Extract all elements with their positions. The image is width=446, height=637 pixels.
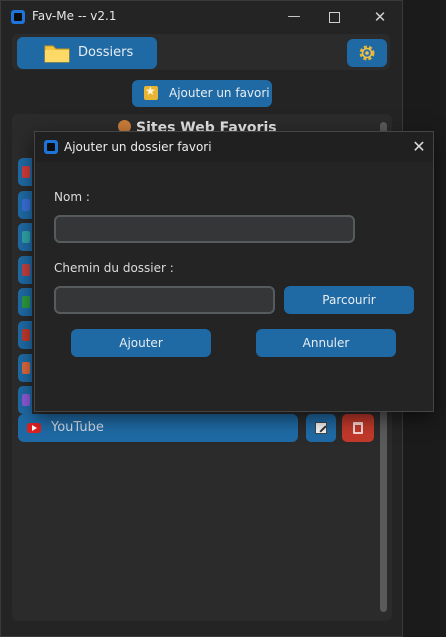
star-icon [144,84,158,100]
favorite-row-button[interactable] [18,190,32,219]
edit-icon [315,422,327,434]
browse-button[interactable]: Parcourir [284,286,414,314]
favorite-row-button[interactable] [18,223,32,252]
favorite-item-label: YouTube [51,420,104,435]
close-button[interactable]: ✕ [369,7,391,27]
folder-icon [44,45,70,63]
gear-icon [359,45,375,61]
add-button[interactable]: Ajouter [71,329,211,357]
site-icon [22,263,30,276]
site-icon [22,198,30,211]
dialog-close-button[interactable]: ✕ [409,136,429,158]
add-favorite-label: Ajouter un favori [169,86,270,100]
trash-icon [353,422,363,434]
site-icon [22,329,30,341]
dialog-app-icon [44,140,58,154]
window-title: Fav-Me -- v2.1 [32,9,117,23]
youtube-icon [27,423,41,433]
favorite-item-youtube[interactable]: YouTube [18,414,298,442]
folder-path-label: Chemin du dossier : [54,261,174,275]
settings-button[interactable] [347,39,387,67]
delete-button[interactable] [342,414,374,442]
site-icon [22,166,30,178]
site-icon [22,296,30,309]
site-icon [22,394,30,407]
name-label: Nom : [54,190,90,204]
folders-button-label: Dossiers [78,45,134,60]
dialog-title: Ajouter un dossier favori [64,140,212,154]
title-bar: Fav-Me -- v2.1 — ✕ [1,1,404,33]
maximize-button[interactable] [323,7,345,27]
name-input[interactable] [54,215,355,243]
folder-path-input[interactable] [54,286,275,314]
edit-button[interactable] [306,414,336,442]
site-icon [22,231,30,244]
minimize-button[interactable]: — [283,7,305,27]
add-favorite-button[interactable]: Ajouter un favori [132,80,272,107]
favorite-row-button[interactable] [18,255,32,284]
maximize-icon [328,12,340,23]
app-icon [11,10,25,24]
cancel-button[interactable]: Annuler [256,329,396,357]
favorite-row-button[interactable] [18,288,32,317]
dialog-title-bar: Ajouter un dossier favori ✕ [35,132,433,162]
site-icon [22,361,30,374]
folders-button[interactable]: Dossiers [17,37,157,69]
add-folder-dialog: Ajouter un dossier favori ✕ Nom : Chemin… [34,131,434,412]
favorite-row-button[interactable] [18,386,32,415]
favorite-row-button[interactable] [18,158,32,186]
favorite-row-button[interactable] [18,321,32,349]
favorite-row-button[interactable] [18,353,32,382]
